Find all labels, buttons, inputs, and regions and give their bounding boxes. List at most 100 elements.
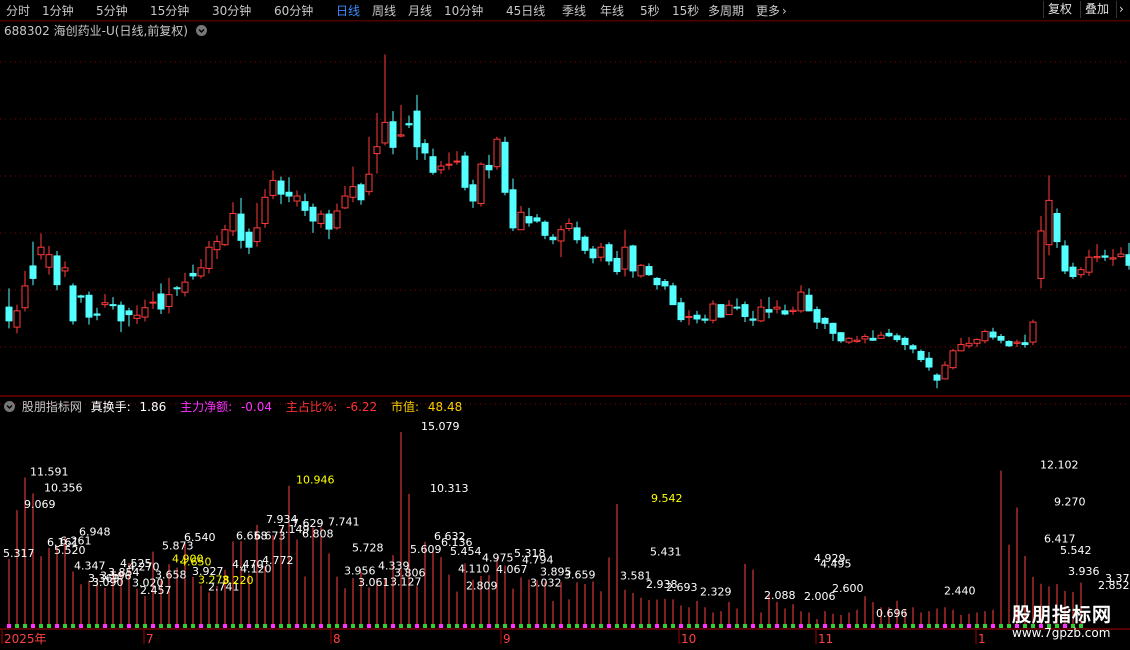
net-flow-tick <box>895 624 899 628</box>
net-flow-tick <box>183 624 187 628</box>
net-flow-tick <box>511 624 515 628</box>
candle-body <box>149 301 157 304</box>
net-flow-tick <box>943 624 947 628</box>
candle-body <box>477 163 485 205</box>
candle-body <box>949 350 957 369</box>
turnover-label: 12.102 <box>1040 459 1079 472</box>
net-flow-tick <box>623 624 627 628</box>
net-flow-tick <box>271 624 275 628</box>
net-flow-tick <box>575 624 579 628</box>
candle-body <box>997 335 1005 341</box>
candle-body <box>37 246 45 256</box>
candle-body <box>29 265 37 279</box>
candle-body <box>685 315 693 318</box>
candle-body <box>429 156 437 173</box>
net-flow-tick <box>791 624 795 628</box>
net-flow-tick <box>663 624 667 628</box>
turnover-label: 2.006 <box>804 590 836 603</box>
turnover-label: 15.079 <box>421 420 460 433</box>
main-net-value: -0.04 <box>240 400 273 414</box>
net-flow-tick <box>767 624 771 628</box>
main-net-label: 主力净额: <box>180 400 233 414</box>
net-flow-tick <box>95 624 99 628</box>
candle-body <box>701 318 709 321</box>
candle-body <box>661 281 669 287</box>
candle-body <box>973 339 981 344</box>
net-flow-tick <box>375 624 379 628</box>
candle-body <box>237 213 245 241</box>
turnover-label: 4.110 <box>458 563 490 576</box>
candle-body <box>93 313 101 316</box>
turnover-bars <box>7 431 1083 628</box>
net-flow-tick <box>47 624 51 628</box>
candle-body <box>509 189 517 229</box>
turnover-label: 9.270 <box>1054 495 1086 508</box>
candle-body <box>389 121 397 148</box>
candle-body <box>1037 230 1045 279</box>
chevron-down-icon[interactable] <box>195 25 207 36</box>
turnover-label: 2.809 <box>466 579 498 592</box>
net-flow-tick <box>399 624 403 628</box>
turnover-label: 10.313 <box>430 482 469 495</box>
net-flow-tick <box>831 624 835 628</box>
candle-body <box>397 134 405 137</box>
candle-body <box>893 335 901 341</box>
net-flow-tick <box>191 624 195 628</box>
candle-body <box>1061 245 1069 272</box>
candle-body <box>1085 256 1093 273</box>
candle-body <box>53 255 61 286</box>
candle-body <box>717 304 725 318</box>
net-flow-tick <box>951 624 955 628</box>
candle-body <box>765 309 773 313</box>
net-flow-tick <box>799 624 803 628</box>
candle-body <box>5 306 13 322</box>
candle-body <box>1077 269 1085 276</box>
candle-body <box>197 267 205 277</box>
candle-body <box>117 304 125 322</box>
candle-body <box>1093 256 1101 259</box>
candle-body <box>349 186 357 198</box>
turnover-label: 10.356 <box>44 481 83 494</box>
net-flow-tick <box>391 624 395 628</box>
candle-body <box>1013 341 1021 344</box>
candle-body <box>829 322 837 334</box>
candle-body <box>677 302 685 321</box>
net-flow-tick <box>551 624 555 628</box>
net-flow-tick <box>407 624 411 628</box>
turnover-label: 3.806 <box>394 567 426 580</box>
chevron-down-icon[interactable] <box>4 401 15 412</box>
net-flow-tick <box>39 624 43 628</box>
candle-body <box>317 213 325 224</box>
net-flow-tick <box>903 624 907 628</box>
net-flow-tick <box>143 624 147 628</box>
candle-body <box>573 227 581 241</box>
candle-body <box>157 293 165 310</box>
candle-body <box>357 184 365 201</box>
candle-body <box>845 337 853 343</box>
kline-chart[interactable]: 5.3179.06911.59110.3565.5206.1616.2616.9… <box>0 0 1130 650</box>
net-flow-tick <box>111 624 115 628</box>
net-flow-tick <box>783 624 787 628</box>
candle-body <box>869 337 877 341</box>
candle-body <box>733 306 741 309</box>
turnover-label: 5.454 <box>450 545 482 558</box>
turnover-label: 6.540 <box>184 531 216 544</box>
net-flow-tick <box>7 624 11 628</box>
candle-body <box>405 123 413 126</box>
candle-body <box>245 231 253 248</box>
candle-body <box>437 165 445 171</box>
net-flow-tick <box>503 624 507 628</box>
candle-body <box>757 306 765 322</box>
net-flow-tick <box>871 624 875 628</box>
candle-body <box>325 213 333 230</box>
indicator-panel-header: 股朋指标网 真换手: 1.86 主力净额: -0.04 主占比%: -6.22 … <box>4 398 472 415</box>
net-flow-tick <box>759 624 763 628</box>
net-flow-tick <box>439 624 443 628</box>
candle-body <box>965 342 973 347</box>
net-flow-tick <box>543 624 547 628</box>
candlestick-series <box>5 54 1130 389</box>
net-flow-tick <box>79 624 83 628</box>
candle-body <box>13 310 21 328</box>
candle-body <box>309 206 317 222</box>
net-flow-tick <box>295 624 299 628</box>
